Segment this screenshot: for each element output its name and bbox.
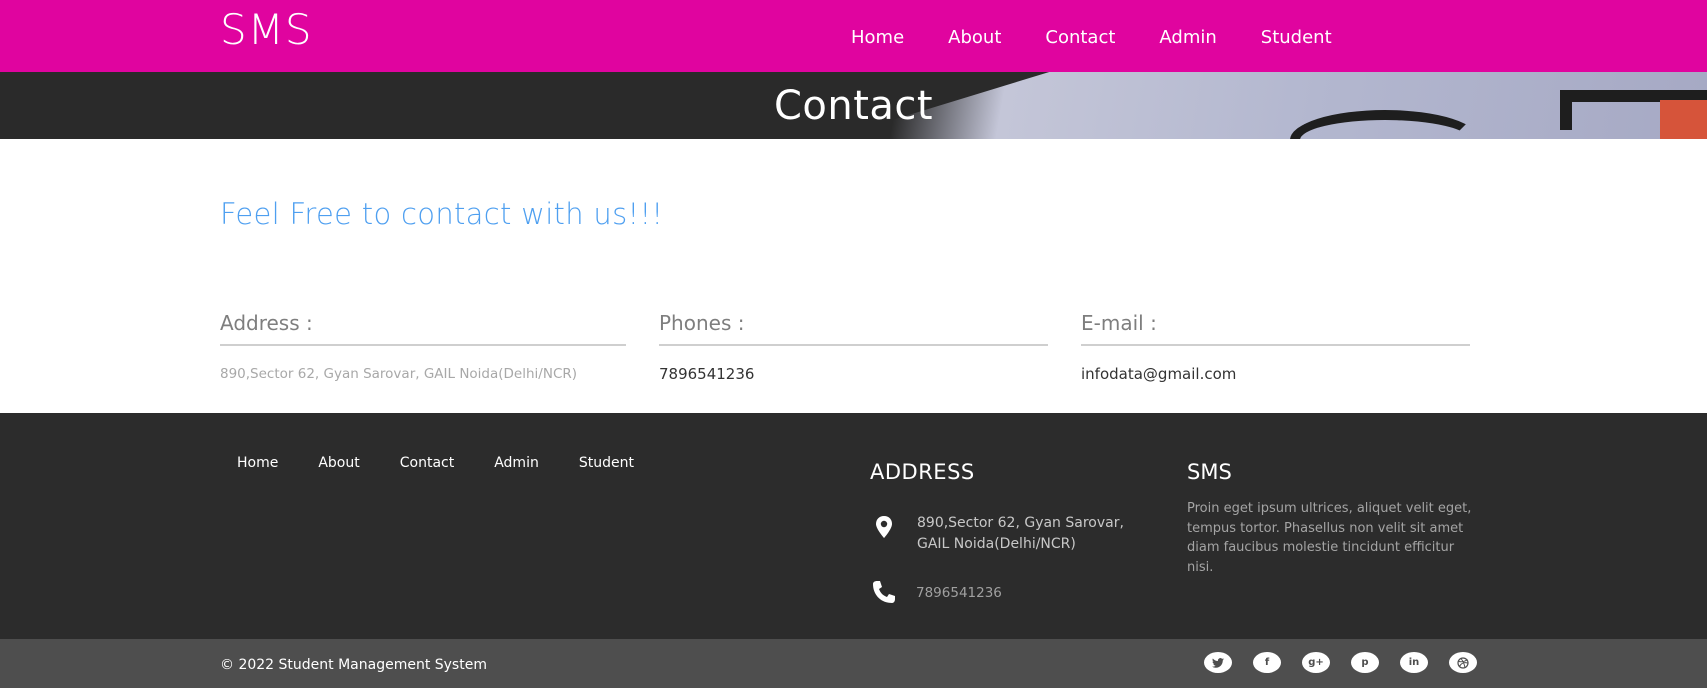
facebook-icon[interactable]: f xyxy=(1253,652,1281,673)
address-label: Address : xyxy=(220,310,626,346)
site-header: SMS Home About Contact Admin Student xyxy=(0,0,1707,72)
pinterest-icon[interactable]: p xyxy=(1351,652,1379,673)
footer-nav-home-link[interactable]: Home xyxy=(237,453,278,473)
footer-sms-description: Proin eget ipsum ultrices, aliquet velit… xyxy=(1187,501,1472,575)
main-nav: Home About Contact Admin Student xyxy=(851,26,1332,50)
email-label: E-mail : xyxy=(1081,310,1470,346)
linkedin-icon[interactable]: in xyxy=(1400,652,1428,673)
phones-column: Phones : 7896541236 xyxy=(659,310,1048,384)
footer-nav-student-link[interactable]: Student xyxy=(579,453,634,473)
footer-address-line: GAIL Noida(Delhi/NCR) xyxy=(917,536,1076,552)
nav-admin-link[interactable]: Admin xyxy=(1159,26,1216,50)
phone-icon xyxy=(870,578,898,606)
phone-value: 7896541236 xyxy=(659,365,755,383)
footer-phone-text: 7896541236 xyxy=(916,585,1002,601)
nav-home-link[interactable]: Home xyxy=(851,26,904,50)
page-title: Contact xyxy=(773,83,934,129)
phones-label: Phones : xyxy=(659,310,1048,346)
footer-sms-heading: SMS xyxy=(1187,460,1232,484)
footer-address-heading: ADDRESS xyxy=(870,460,975,484)
footer-nav-admin-link[interactable]: Admin xyxy=(494,453,539,473)
site-footer: Home About Contact Admin Student ADDRESS… xyxy=(0,413,1707,639)
address-value: 890,Sector 62, Gyan Sarovar, GAIL Noida(… xyxy=(220,366,578,382)
nav-about-link[interactable]: About xyxy=(948,26,1001,50)
nav-contact-link[interactable]: Contact xyxy=(1045,26,1115,50)
footer-nav-contact-link[interactable]: Contact xyxy=(400,453,454,473)
brand-logo[interactable]: SMS xyxy=(220,4,313,56)
nav-student-link[interactable]: Student xyxy=(1261,26,1332,50)
email-value[interactable]: infodata@gmail.com xyxy=(1081,364,1470,384)
footer-address-text: 890,Sector 62, Gyan Sarovar, GAIL Noida(… xyxy=(917,513,1147,555)
email-column: E-mail : infodata@gmail.com xyxy=(1081,310,1470,384)
copyright-text: © 2022 Student Management System xyxy=(220,657,487,673)
footer-nav: Home About Contact Admin Student xyxy=(237,453,634,473)
footer-address-line: 890,Sector 62, Gyan Sarovar, xyxy=(917,515,1124,531)
contact-tagline: Feel Free to contact with us!!! xyxy=(220,197,664,231)
footer-nav-about-link[interactable]: About xyxy=(318,453,359,473)
social-links: f g+ p in xyxy=(1204,652,1477,673)
address-column: Address : 890,Sector 62, Gyan Sarovar, G… xyxy=(220,310,626,384)
map-pin-icon xyxy=(870,513,898,541)
google-plus-icon[interactable]: g+ xyxy=(1302,652,1330,673)
bottom-bar: © 2022 Student Management System f g+ p … xyxy=(0,639,1707,688)
twitter-icon[interactable] xyxy=(1204,652,1232,673)
dribbble-icon[interactable] xyxy=(1449,652,1477,673)
